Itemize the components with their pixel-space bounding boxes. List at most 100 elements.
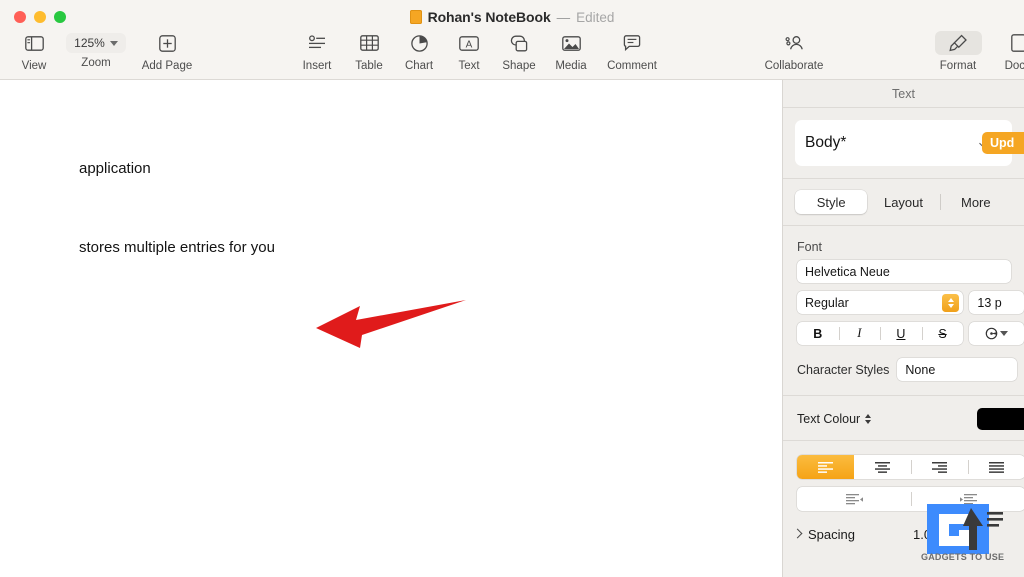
toolbar-text-label: Text xyxy=(458,60,480,72)
toolbar-format-label: Format xyxy=(939,60,977,72)
font-style-value: Regular xyxy=(805,295,849,310)
sidebar-divider xyxy=(783,178,1024,179)
maximize-button[interactable] xyxy=(54,11,66,23)
svg-text:A: A xyxy=(466,39,473,50)
toolbar-collaborate-button[interactable]: Collaborate xyxy=(762,31,826,72)
font-style-stepper[interactable] xyxy=(942,293,960,312)
character-styles-row: Character Styles None xyxy=(797,358,1024,381)
traffic-light-buttons xyxy=(14,11,66,23)
toolbar-shape-label: Shape xyxy=(502,60,536,72)
stepper-up-icon xyxy=(865,414,872,418)
font-size-field[interactable]: 13 p xyxy=(969,291,1024,314)
window-toolbar: Rohan's NoteBook — Edited View 125% Zoom… xyxy=(0,0,1024,80)
gear-icon xyxy=(985,327,998,340)
spacing-label: Spacing xyxy=(808,527,855,542)
minimize-button[interactable] xyxy=(34,11,46,23)
character-styles-dropdown[interactable]: None xyxy=(897,358,1018,381)
tab-layout-label: Layout xyxy=(883,194,924,210)
update-style-button[interactable]: Upd xyxy=(982,132,1024,154)
sidebar-view-icon xyxy=(24,33,44,53)
align-center-icon xyxy=(875,461,890,473)
font-style-size-row: Regular 13 p xyxy=(797,291,1024,314)
sidebar-header-text: Text xyxy=(783,80,1024,108)
underline-button[interactable]: U xyxy=(880,322,922,345)
paragraph-style-value: Body* xyxy=(805,134,847,151)
tab-more-label: More xyxy=(961,194,991,210)
font-family-value: Helvetica Neue xyxy=(805,264,890,279)
chevron-down-icon xyxy=(1000,331,1009,336)
format-sidebar: Text Body* Upd Style Layout More Font He xyxy=(782,80,1024,577)
align-justify-button[interactable] xyxy=(968,455,1024,479)
document-paragraph-1[interactable]: application xyxy=(79,160,151,177)
window-title-bar: Rohan's NoteBook — Edited xyxy=(0,9,1024,25)
text-colour-label: Text Colour xyxy=(797,412,861,426)
text-colour-swatch[interactable] xyxy=(977,408,1024,430)
format-brush-icon xyxy=(948,33,968,53)
chevron-right-icon[interactable] xyxy=(793,530,802,539)
toolbar-zoom-control[interactable]: 125% Zoom xyxy=(64,33,128,69)
tab-layout[interactable]: Layout xyxy=(867,190,939,214)
table-icon xyxy=(359,33,379,53)
insert-icon xyxy=(308,33,326,53)
font-section-label: Font xyxy=(797,240,823,254)
character-styles-value: None xyxy=(905,362,936,377)
toolbar-view-button[interactable]: View xyxy=(2,31,66,72)
toolbar-table-label: Table xyxy=(355,60,383,72)
document-icon xyxy=(1010,33,1024,53)
font-options-button[interactable] xyxy=(969,322,1024,345)
toolbar-comment-button[interactable]: Comment xyxy=(600,31,664,72)
document-title: Rohan's NoteBook xyxy=(427,9,551,25)
zoom-value: 125% xyxy=(74,36,105,50)
indent-increase-button[interactable] xyxy=(911,487,1024,511)
comment-bubble-icon xyxy=(623,33,641,53)
strikethrough-button[interactable]: S xyxy=(921,322,964,345)
spacing-value: 1.0 Single xyxy=(913,527,971,542)
chevron-down-icon xyxy=(109,40,118,46)
sidebar-divider-4 xyxy=(783,440,1024,441)
add-page-icon xyxy=(158,33,176,53)
stepper-down-icon xyxy=(865,420,872,424)
align-center-button[interactable] xyxy=(854,455,911,479)
font-family-field[interactable]: Helvetica Neue xyxy=(797,260,1011,283)
indent-decrease-button[interactable] xyxy=(797,487,911,511)
toolbar-insert-label: Insert xyxy=(302,60,332,72)
font-size-value: 13 p xyxy=(977,295,1002,310)
sidebar-divider-3 xyxy=(783,395,1024,396)
alignment-button-group xyxy=(797,455,1024,479)
italic-button[interactable]: I xyxy=(838,322,881,345)
toolbar-zoom-label: Zoom xyxy=(81,57,111,69)
font-style-dropdown[interactable]: Regular xyxy=(797,291,964,314)
close-button[interactable] xyxy=(14,11,26,23)
align-justify-icon xyxy=(989,461,1004,473)
text-colour-stepper-icon[interactable] xyxy=(865,414,872,424)
sidebar-tab-group: Style Layout More xyxy=(795,190,1012,214)
toolbar-document-button[interactable]: Docu xyxy=(986,31,1024,72)
toolbar-media-button[interactable]: Media xyxy=(539,31,603,72)
toolbar-add-page-button[interactable]: Add Page xyxy=(135,31,199,72)
toolbar-document-label: Docu xyxy=(1004,60,1024,72)
bold-button[interactable]: B xyxy=(797,322,839,345)
stepper-down-icon xyxy=(947,303,954,308)
align-right-icon xyxy=(932,461,947,473)
pages-document-icon xyxy=(409,10,422,24)
indent-button-group xyxy=(797,487,1024,511)
tab-style[interactable]: Style xyxy=(795,190,868,214)
shape-icon xyxy=(510,33,528,53)
tab-more[interactable]: More xyxy=(939,190,1012,214)
pages-app-window: Rohan's NoteBook — Edited View 125% Zoom… xyxy=(0,0,1024,577)
toolbar-comment-label: Comment xyxy=(607,60,657,72)
align-left-button[interactable] xyxy=(797,455,854,479)
toolbar-format-button[interactable]: Format xyxy=(926,31,990,72)
align-right-button[interactable] xyxy=(911,455,968,479)
font-family-row: Helvetica Neue xyxy=(797,260,1024,283)
spacing-section[interactable]: Spacing 1.0 Single xyxy=(793,527,1024,542)
collaborate-icon xyxy=(784,33,804,53)
document-paragraph-2[interactable]: stores multiple entries for you xyxy=(79,239,275,256)
paragraph-style-dropdown[interactable]: Body* Upd xyxy=(795,120,1024,166)
red-left-arrow-annotation xyxy=(316,300,466,348)
document-canvas[interactable]: application stores multiple entries for … xyxy=(0,80,782,577)
font-format-row: B I U S xyxy=(797,322,1024,345)
zoom-dropdown[interactable]: 125% xyxy=(66,33,126,53)
align-left-icon xyxy=(818,461,833,473)
text-colour-row: Text Colour xyxy=(797,408,1024,430)
